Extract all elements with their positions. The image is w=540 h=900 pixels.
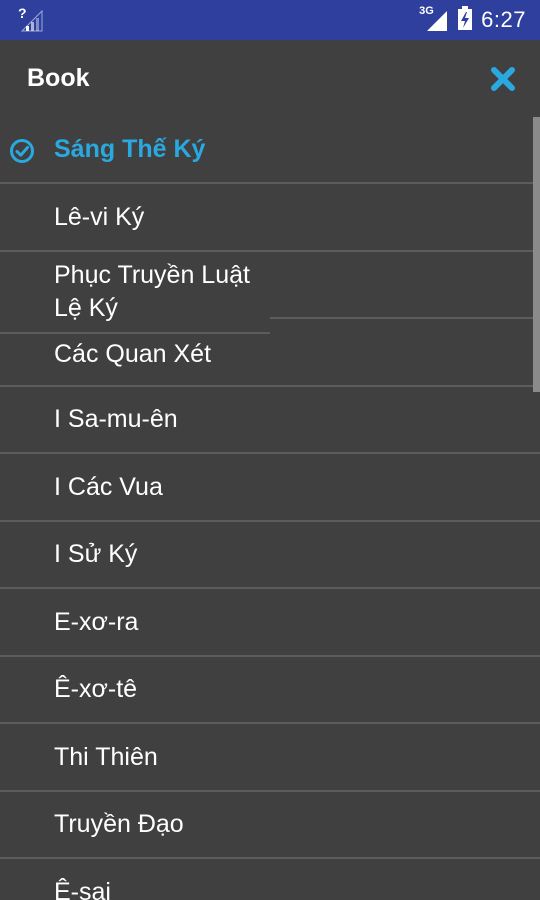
- book-list[interactable]: Sáng Thế Ký Xuất Ai Cập Ký Lê-vi Ký Dân Số …: [0, 117, 540, 900]
- book-label: I Sa-mu-ên: [54, 405, 178, 433]
- book-item[interactable]: Nhã Ca: [270, 792, 540, 859]
- signal-icon-left: ?: [18, 5, 44, 38]
- battery-icon: [457, 5, 473, 36]
- page-title: Book: [27, 64, 90, 92]
- signal-left-label: ?: [18, 5, 27, 21]
- book-item[interactable]: II Các Vua: [270, 455, 540, 522]
- status-bar: ? 3G 6:27: [0, 0, 540, 40]
- book-label: E-xơ-ra: [54, 607, 139, 636]
- book-item[interactable]: Thi Thiên: [0, 725, 270, 792]
- book-item[interactable]: Các Quan Xét: [0, 335, 270, 387]
- book-label: I Sử Ký: [54, 540, 138, 568]
- book-label: Sáng Thế Ký: [54, 135, 206, 163]
- book-label: Ê-sai: [54, 877, 111, 900]
- book-item[interactable]: Truyền Đạo: [0, 792, 270, 859]
- book-item[interactable]: Châm Ngôn: [270, 725, 540, 792]
- book-item[interactable]: E-xơ-ra: [0, 590, 270, 657]
- book-item[interactable]: Sáng Thế Ký: [0, 117, 270, 184]
- book-label: Truyền Đạo: [54, 810, 184, 838]
- book-label: Ê-xơ-tê: [54, 675, 138, 703]
- book-item[interactable]: Ru-tơ: [270, 320, 540, 387]
- scrollbar[interactable]: [533, 117, 540, 392]
- book-item[interactable]: Gióp: [270, 657, 540, 724]
- book-item[interactable]: II Sa-mu-ên: [270, 387, 540, 454]
- check-circle-icon: [10, 139, 34, 163]
- book-item[interactable]: Dân Số Ký: [270, 185, 540, 252]
- book-item[interactable]: I Các Vua: [0, 455, 270, 522]
- clock: 6:27: [481, 7, 526, 32]
- book-item[interactable]: Ê-xơ-tê: [0, 657, 270, 724]
- book-picker-header: Book: [0, 40, 540, 120]
- book-item[interactable]: Nê-hê-mi: [270, 590, 540, 657]
- mobile-signal-icon: 3G: [419, 5, 449, 33]
- book-label: Lê-vi Ký: [54, 202, 145, 231]
- book-item[interactable]: I Sử Ký: [0, 522, 270, 589]
- book-label: I Các Vua: [54, 472, 163, 501]
- book-item[interactable]: Ê-sai: [0, 860, 270, 900]
- book-label: Phục Truyền Luật Lệ Ký: [54, 261, 250, 322]
- book-item[interactable]: Giê-rê-mi: [270, 860, 540, 900]
- book-label: Các Quan Xét: [54, 339, 212, 368]
- status-right-group: 3G 6:27: [419, 0, 526, 40]
- book-item[interactable]: Lê-vi Ký: [0, 185, 270, 252]
- book-label: Thi Thiên: [54, 742, 158, 771]
- close-icon: [491, 67, 515, 91]
- book-item[interactable]: Xuất Ai Cập Ký: [270, 117, 540, 184]
- book-item[interactable]: II Sử Ký: [270, 522, 540, 589]
- book-item[interactable]: Phục Truyền Luật Lệ Ký: [0, 252, 270, 334]
- book-item[interactable]: I Sa-mu-ên: [0, 387, 270, 454]
- close-button[interactable]: [486, 62, 520, 96]
- book-item[interactable]: Giô-suê: [270, 252, 540, 319]
